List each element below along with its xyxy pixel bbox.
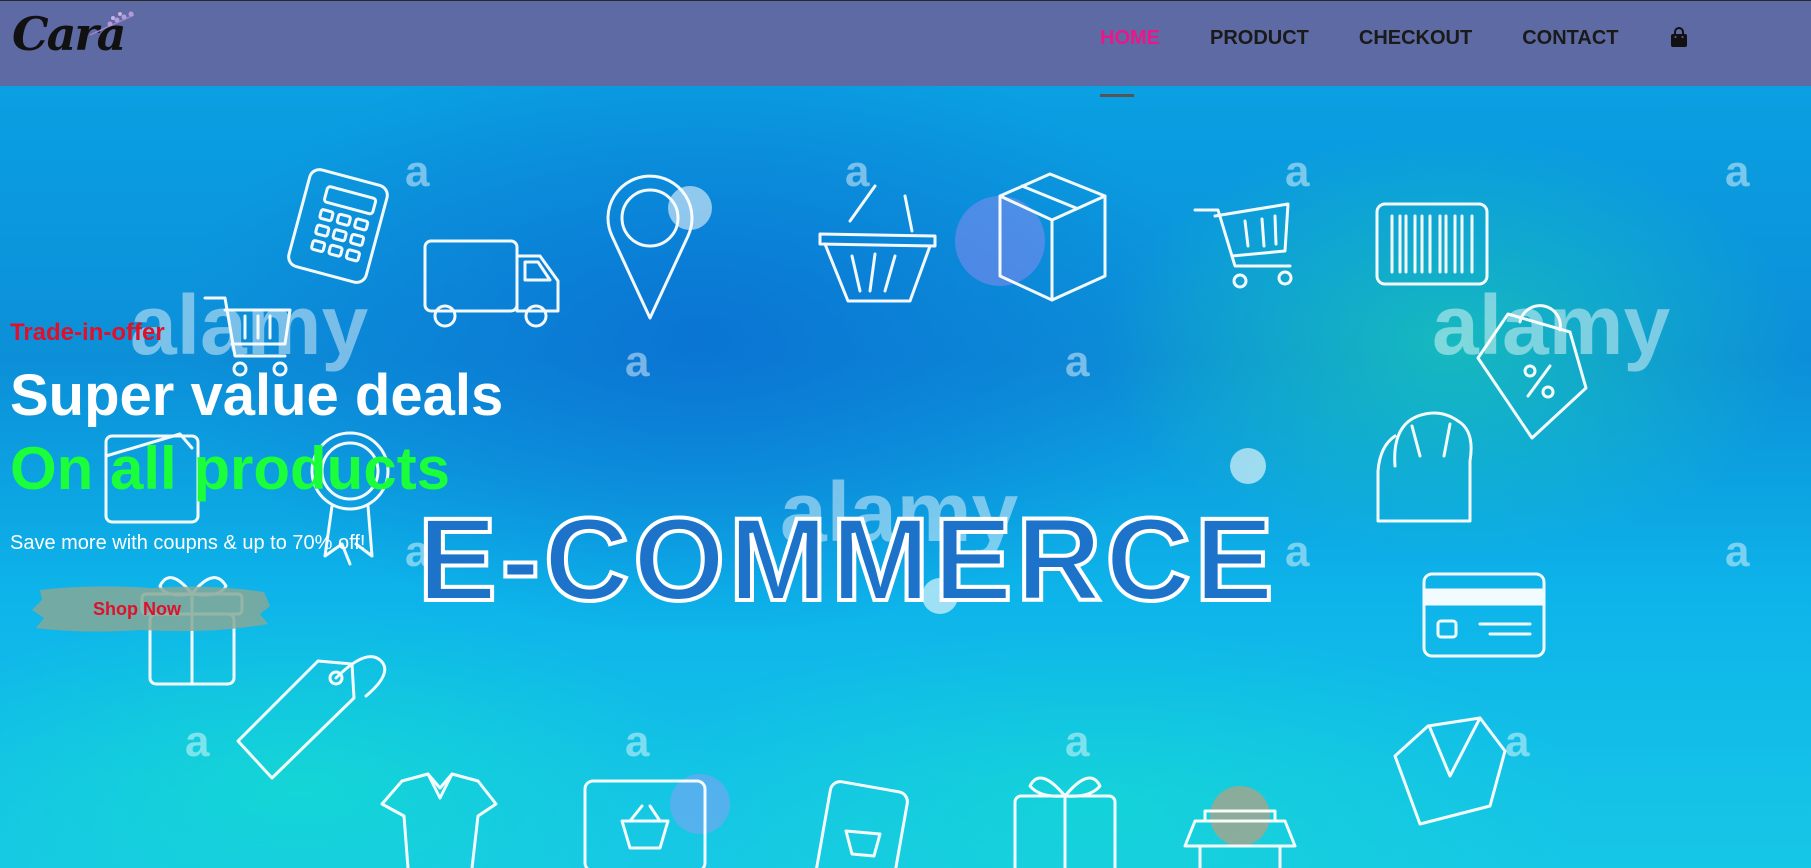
nav-checkout[interactable]: CHECKOUT: [1359, 27, 1472, 50]
ecommerce-banner-text: E-COMMERCE: [418, 494, 1277, 626]
svg-text:a: a: [405, 147, 430, 196]
active-nav-underline: [1100, 94, 1134, 96]
svg-text:a: a: [845, 147, 870, 196]
svg-text:a: a: [1065, 717, 1090, 766]
svg-text:a: a: [1285, 147, 1310, 196]
nav-home[interactable]: HOME: [1100, 27, 1160, 50]
smartphone-basket-icon: [813, 780, 909, 868]
site-header: Cara HOME PRODUCT CHECKOUT CONTACT: [0, 0, 1811, 97]
svg-text:a: a: [1725, 147, 1750, 196]
main-nav: HOME PRODUCT CHECKOUT CONTACT: [1100, 23, 1689, 53]
hoodie-icon: [1376, 411, 1473, 523]
svg-text:a: a: [1285, 527, 1310, 576]
calculator-icon: [287, 168, 389, 284]
hero-subtext: Save more with coupns & up to 70% off!: [10, 532, 366, 554]
delivery-truck-icon: [423, 239, 560, 328]
nav-contact[interactable]: CONTACT: [1522, 27, 1618, 50]
svg-text:alamy: alamy: [130, 278, 368, 372]
svg-text:a: a: [185, 717, 210, 766]
svg-text:a: a: [1725, 527, 1750, 576]
trade-in-offer-label: Trade-in-offer: [10, 319, 165, 346]
barcode-icon: [1375, 202, 1489, 286]
credit-card-icon: [1422, 572, 1546, 658]
hero-banner: a a a a a a a a a a a a a alamy alamy al…: [0, 86, 1811, 868]
svg-text:a: a: [625, 717, 650, 766]
shop-now-label: Shop Now: [93, 599, 181, 619]
shopping-cart-icon: [1193, 202, 1293, 289]
nav-product[interactable]: PRODUCT: [1210, 27, 1309, 50]
shop-now-button[interactable]: Shop Now: [32, 584, 270, 634]
hero-headline-accent: On all products: [10, 435, 451, 502]
gift-icon: [1013, 776, 1117, 868]
shopping-basket-icon: [818, 184, 937, 303]
shopping-bag-icon[interactable]: [1669, 27, 1689, 49]
sale-tag-icon: [236, 655, 387, 780]
polo-shirt-icon: [380, 772, 498, 868]
svg-text:a: a: [625, 337, 650, 386]
lavender-sprig-icon: [89, 11, 135, 36]
jacket-icon: [1393, 716, 1507, 826]
svg-text:a: a: [1505, 717, 1530, 766]
hero-headline: Super value deals: [10, 363, 504, 428]
svg-text:a: a: [1065, 337, 1090, 386]
logo[interactable]: Cara: [12, 5, 142, 65]
